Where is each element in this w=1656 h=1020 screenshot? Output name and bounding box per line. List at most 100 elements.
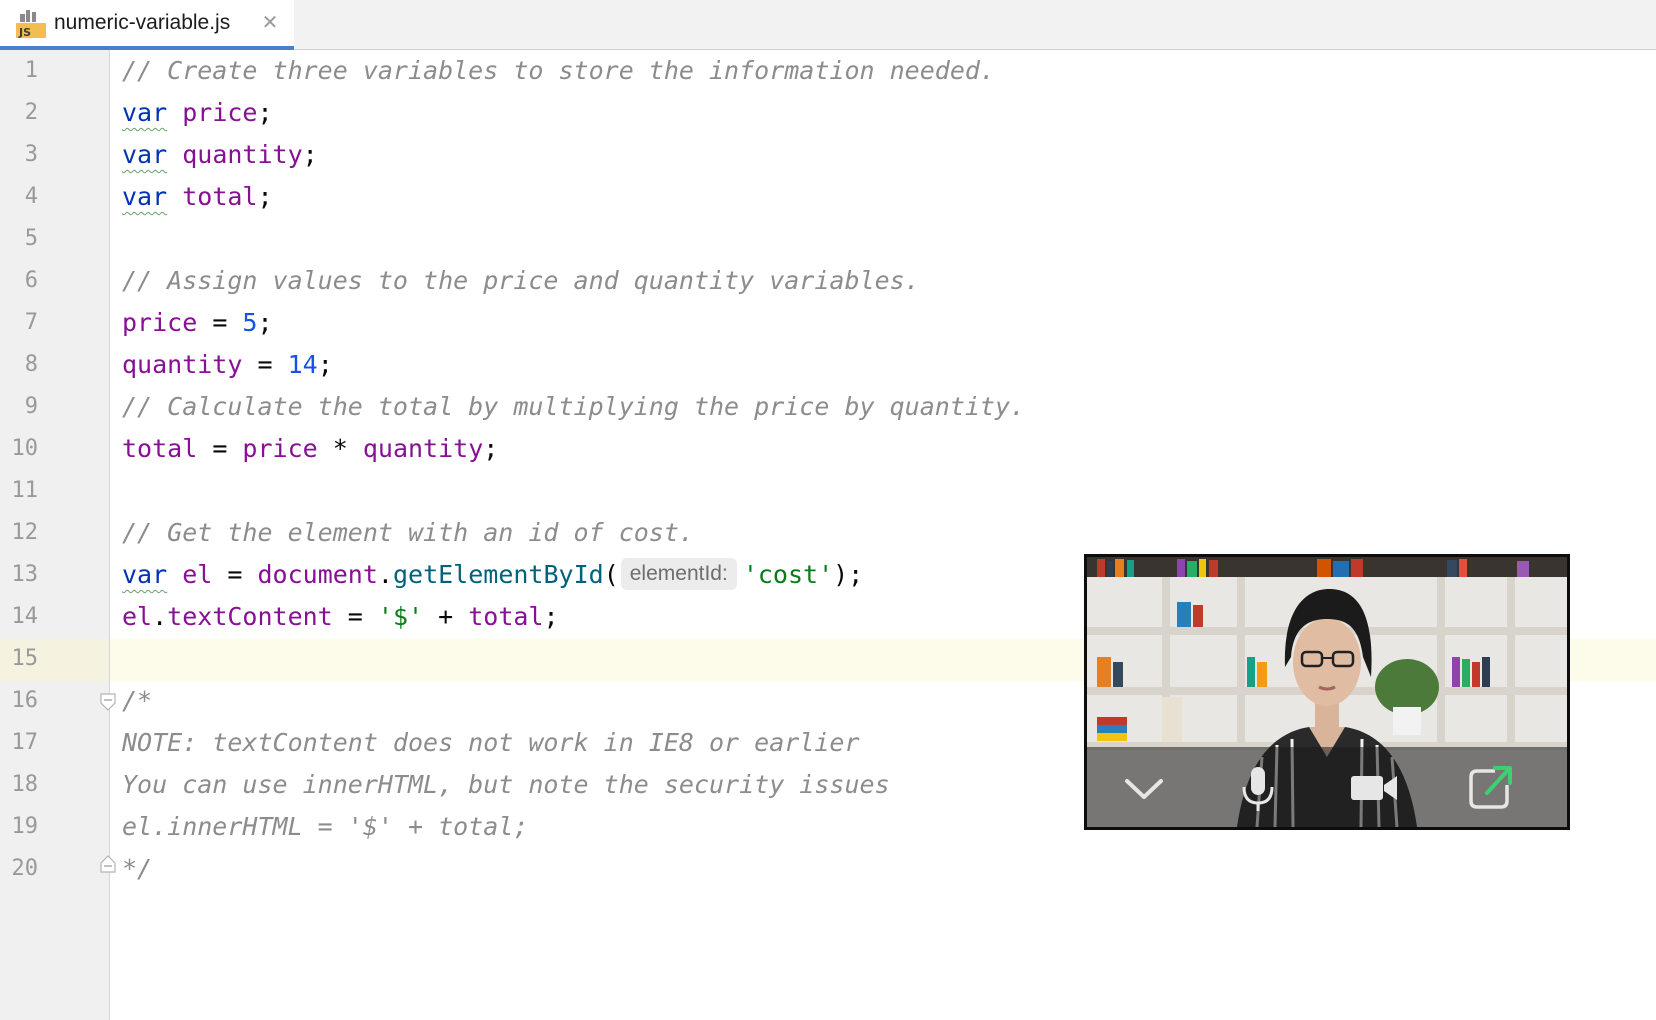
punctuation: ; — [257, 308, 273, 337]
punctuation: ; — [543, 602, 559, 631]
line-number: 18 — [11, 772, 39, 797]
line-number: 19 — [11, 814, 39, 839]
identifier: quantity — [122, 350, 243, 379]
code-line-4: var total; — [122, 176, 273, 218]
code-line-20: */ — [122, 848, 152, 890]
comment: // Get the element with an id of cost. — [122, 518, 694, 547]
line-number: 6 — [24, 268, 38, 293]
punctuation: ; — [257, 182, 273, 211]
code-line-1: // Create three variables to store the i… — [122, 50, 995, 92]
code-line-8: quantity = 14; — [122, 344, 333, 386]
punctuation: ; — [257, 98, 273, 127]
line-number: 10 — [11, 436, 39, 461]
comment: // Calculate the total by multiplying th… — [122, 392, 1026, 421]
identifier: total — [468, 602, 544, 631]
code-line-18: You can use innerHTML, but note the secu… — [122, 764, 890, 806]
punctuation: ; — [302, 140, 318, 169]
operator: = — [242, 350, 288, 379]
operator: = — [332, 602, 378, 631]
line-number: 8 — [24, 352, 38, 377]
line-number: 16 — [11, 688, 39, 713]
comment: NOTE: textContent does not work in IE8 o… — [122, 728, 860, 757]
operator: * — [317, 434, 363, 463]
code-line-7: price = 5; — [122, 302, 273, 344]
file-tab-label: numeric-variable.js — [54, 11, 231, 34]
comment: /* — [122, 686, 153, 715]
line-number: 17 — [11, 730, 39, 755]
identifier: total — [122, 434, 198, 463]
identifier: price — [242, 434, 318, 463]
operator: = — [197, 308, 243, 337]
comment: el.innerHTML = '$' + total; — [122, 812, 529, 841]
pop-out-icon[interactable] — [1465, 763, 1515, 813]
video-controls-bar — [1087, 747, 1567, 827]
number-literal: 5 — [242, 308, 258, 337]
keyword: var — [122, 98, 168, 127]
punctuation: ; — [483, 434, 499, 463]
comment: // Create three variables to store the i… — [122, 56, 995, 85]
comment: // Assign values to the price and quanti… — [122, 266, 920, 295]
file-tab[interactable]: JS numeric-variable.js ✕ — [0, 0, 294, 50]
line-number: 3 — [24, 142, 38, 167]
code-line-12: // Get the element with an id of cost. — [122, 512, 694, 554]
microphone-icon[interactable] — [1233, 763, 1283, 813]
comment: You can use innerHTML, but note the secu… — [122, 770, 890, 799]
keyword: var — [122, 182, 168, 211]
parameter-hint: elementId: — [620, 558, 737, 590]
keyword: var — [122, 140, 168, 169]
code-line-3: var quantity; — [122, 134, 318, 176]
property: textContent — [167, 602, 333, 631]
punctuation: . — [152, 602, 168, 631]
punctuation: ); — [833, 560, 864, 589]
identifier: el — [122, 602, 153, 631]
js-file-icon: JS — [16, 10, 46, 38]
string-literal: 'cost' — [742, 560, 834, 589]
line-number: 5 — [24, 226, 38, 251]
identifier: price — [182, 98, 258, 127]
punctuation: ( — [603, 560, 619, 589]
editor-tab-bar: JS numeric-variable.js ✕ — [0, 0, 1656, 50]
identifier: total — [182, 182, 258, 211]
code-line-2: var price; — [122, 92, 273, 134]
line-number: 1 — [24, 58, 38, 83]
close-tab-icon[interactable]: ✕ — [258, 10, 282, 34]
code-line-17: NOTE: textContent does not work in IE8 o… — [122, 722, 860, 764]
chevron-down-icon[interactable] — [1119, 763, 1169, 813]
code-line-6: // Assign values to the price and quanti… — [122, 260, 920, 302]
line-number: 14 — [11, 604, 39, 629]
camera-icon[interactable] — [1349, 763, 1399, 813]
line-number: 9 — [24, 394, 38, 419]
operator: = — [212, 560, 258, 589]
line-number: 15 — [11, 646, 39, 671]
line-number: 20 — [11, 856, 39, 881]
identifier: el — [182, 560, 213, 589]
operator: + — [423, 602, 469, 631]
line-number: 12 — [11, 520, 39, 545]
code-line-16: /* — [122, 680, 152, 722]
line-number: 7 — [24, 310, 38, 335]
string-literal: '$' — [377, 602, 424, 631]
video-call-overlay[interactable] — [1084, 554, 1570, 830]
operator: = — [197, 434, 243, 463]
line-number: 13 — [11, 562, 39, 587]
identifier: quantity — [182, 140, 303, 169]
line-number-gutter: 1 2 3 4 5 6 7 8 9 10 11 12 13 14 15 16 1… — [0, 50, 116, 1020]
punctuation: ; — [317, 350, 333, 379]
identifier: document — [257, 560, 378, 589]
code-line-13: var el = document.getElementById(element… — [122, 554, 863, 596]
code-editor[interactable]: // Create three variables to store the i… — [110, 50, 1656, 1020]
code-line-10: total = price * quantity; — [122, 428, 498, 470]
line-number: 4 — [24, 184, 38, 209]
identifier: price — [122, 308, 198, 337]
keyword: var — [122, 560, 168, 589]
code-line-9: // Calculate the total by multiplying th… — [122, 386, 1025, 428]
code-line-19: el.innerHTML = '$' + total; — [122, 806, 528, 848]
line-number: 2 — [24, 100, 38, 125]
svg-text:JS: JS — [18, 26, 31, 38]
identifier: quantity — [362, 434, 484, 463]
line-number: 11 — [11, 478, 39, 503]
function-name: getElementById — [392, 560, 604, 589]
punctuation: . — [377, 560, 393, 589]
number-literal: 14 — [287, 350, 318, 379]
code-line-14: el.textContent = '$' + total; — [122, 596, 559, 638]
